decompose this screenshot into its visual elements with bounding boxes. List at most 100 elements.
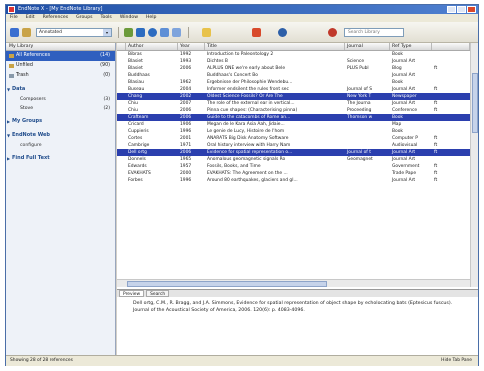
cell-ref-type: Journal Art — [392, 157, 416, 162]
web-icon[interactable] — [328, 28, 337, 37]
help-icon[interactable] — [278, 28, 287, 37]
group-set-endnote-web[interactable]: ▼ EndNote Web — [6, 130, 115, 141]
column-header-year[interactable]: Year — [178, 43, 205, 50]
tab-preview[interactable]: Preview — [119, 290, 145, 297]
cell-journal: New York T — [347, 94, 372, 99]
table-row[interactable]: Cricard 1906 Megan de le Kara Asia Aah, Ji… — [117, 121, 470, 128]
cell-title: Introduction to Paleontology 2 — [207, 52, 274, 57]
insert-citation-icon[interactable] — [124, 28, 133, 37]
sidebar-item-unfiled[interactable]: Unfiled (90) — [6, 61, 115, 71]
menu-groups[interactable]: Groups — [76, 14, 92, 22]
column-header-attachment[interactable] — [117, 43, 126, 50]
table-row[interactable]: Cuppieris 1996 Le genie de Lucy, Histoire … — [117, 128, 470, 135]
format-bibliography-icon[interactable] — [136, 28, 145, 37]
sidebar-item-all-references[interactable]: All References (14) — [6, 51, 115, 61]
table-row[interactable]: Buseau 2004 Informer endsilent the rules f… — [117, 86, 470, 93]
endnote-window: EndNote X - [My EndNote Library] File Ed… — [5, 4, 479, 366]
cell-journal — [345, 79, 390, 86]
horizontal-scrollbar[interactable] — [117, 279, 470, 287]
table-row[interactable]: Blasiet 2006 ALPLUS ONE we're early about … — [117, 65, 470, 72]
scroll-thumb[interactable] — [472, 73, 478, 133]
table-row[interactable]: Blasiau 1962 Ergebnisse der Philosophie We… — [117, 79, 470, 86]
endnote-web-configure-link[interactable]: configure — [6, 141, 115, 150]
cell-ref-type: Trade Pape — [392, 171, 417, 176]
sync-icon[interactable] — [172, 28, 181, 37]
column-header-author[interactable]: Author — [126, 43, 178, 50]
menu-tools[interactable]: Tools — [101, 14, 112, 22]
close-button[interactable] — [467, 6, 476, 13]
open-library-icon[interactable] — [22, 28, 31, 37]
quick-search-input[interactable]: Search Library — [344, 28, 404, 37]
cell-journal: The Journa — [347, 101, 371, 106]
cell-attachment — [117, 128, 126, 135]
online-search-icon[interactable] — [148, 28, 157, 37]
table-row[interactable]: Blasiet 1993 Dichtes B Science Journal Art — [117, 58, 470, 65]
menu-window[interactable]: Window — [120, 14, 138, 22]
cell-url: ft — [434, 136, 438, 141]
table-row[interactable]: Cambrige 1971 Oral history interview with … — [117, 142, 470, 149]
tab-search[interactable]: Search — [146, 290, 170, 297]
table-row[interactable]: Dell ortg 2006 Evidence for spatial repres… — [117, 149, 470, 156]
table-row[interactable]: Chiu 2006 Pinna cue shapes: (Characterisin… — [117, 107, 470, 114]
cell-attachment — [117, 170, 126, 177]
cell-url — [432, 121, 470, 128]
minimize-button[interactable] — [447, 6, 456, 13]
menu-edit[interactable]: Edit — [26, 14, 35, 22]
output-style-select[interactable]: Annotated ▾ — [36, 28, 112, 37]
table-row[interactable]: Chiu 2007 The role of the external ear in … — [117, 100, 470, 107]
group-set-my-groups[interactable]: ▶ My Groups — [6, 116, 115, 127]
cell-author: Chiu — [128, 101, 138, 106]
maximize-button[interactable] — [457, 6, 466, 13]
expand-triangle-icon: ▶ — [7, 119, 11, 124]
reference-list-header: Author Year Title Journal Ref Type — [117, 43, 470, 51]
menu-help[interactable]: Help — [146, 14, 156, 22]
table-row[interactable]: Chang 2002 Oldest Science Fossils? Or Are … — [117, 93, 470, 100]
cell-attachment — [117, 51, 126, 58]
group-set-data[interactable]: ▼ Data — [6, 84, 115, 95]
menu-file[interactable]: File — [10, 14, 18, 22]
table-row[interactable]: Donnels 1965 Anomalous geomagnetic signals… — [117, 156, 470, 163]
table-row[interactable]: Edwards 1957 Fossils, Books, and Time Gover… — [117, 163, 470, 170]
cell-author: Bibras — [128, 52, 142, 57]
column-header-title[interactable]: Title — [205, 43, 345, 50]
sidebar-item-stove[interactable]: Stove (2) — [6, 104, 115, 113]
group-set-find-full-text[interactable]: ▶ Find Full Text — [6, 153, 115, 164]
cell-url: ft — [434, 150, 438, 155]
vertical-scrollbar[interactable] — [470, 43, 478, 287]
table-row[interactable]: Crafteam 2006 Guide to the catacombs of Ro… — [117, 114, 470, 121]
cell-ref-type: Book — [392, 115, 403, 120]
cell-ref-type: Journal Art — [392, 59, 416, 64]
menu-references[interactable]: References — [43, 14, 69, 22]
column-header-journal[interactable]: Journal — [345, 43, 390, 50]
scroll-thumb[interactable] — [127, 281, 327, 287]
cell-author: Chang — [128, 94, 143, 99]
open-link-icon[interactable] — [202, 28, 211, 37]
table-row[interactable]: Cortes 2001 ANARATS Big Disk Anatomy Softw… — [117, 135, 470, 142]
cell-attachment — [117, 114, 126, 121]
cell-ref-type: Journal Art — [392, 101, 416, 106]
new-library-icon[interactable] — [10, 28, 19, 37]
cell-title: Ergebnisse der Philosophie Wendebu... — [207, 80, 293, 85]
cell-attachment — [117, 121, 126, 128]
cell-attachment — [117, 163, 126, 170]
sidebar-item-composers[interactable]: Composers (3) — [6, 95, 115, 104]
find-full-text-icon[interactable] — [160, 28, 169, 37]
table-row[interactable]: EVAKHATS 2000 EVAKHATS: The Agreement on t… — [117, 170, 470, 177]
cell-title: Pinna cue shapes: (Characterising pinna) — [207, 108, 298, 113]
cell-title: ALPLUS ONE we're early about Bele — [207, 66, 286, 71]
cell-author: Cambrige — [128, 143, 150, 148]
cell-title: Around 80 earthquakes, glaciers and gl..… — [207, 178, 298, 183]
table-row[interactable]: Buddhaas Buddhaas's Concert Bo Journal Art — [117, 72, 470, 79]
cell-ref-type: Newspaper — [392, 94, 417, 99]
cell-author: Cricard — [128, 122, 144, 127]
table-row[interactable]: Forbes 1996 Around 80 earthquakes, glacier… — [117, 177, 470, 184]
column-header-url[interactable] — [432, 43, 470, 50]
column-header-ref-type[interactable]: Ref Type — [390, 43, 432, 50]
sidebar-item-trash[interactable]: Trash (0) — [6, 71, 115, 81]
cell-url: ft — [434, 171, 438, 176]
table-row[interactable]: Bibras 1992 Introduction to Paleontology 2… — [117, 51, 470, 58]
attach-file-icon[interactable] — [252, 28, 261, 37]
formatted-citation: Dell ortg, C.M., R. Bragg, and J.A. Simm… — [133, 301, 453, 313]
cell-title: EVAKHATS: The Agreement on the ... — [207, 171, 288, 176]
hide-tab-pane-button[interactable]: Hide Tab Pane — [441, 356, 472, 366]
